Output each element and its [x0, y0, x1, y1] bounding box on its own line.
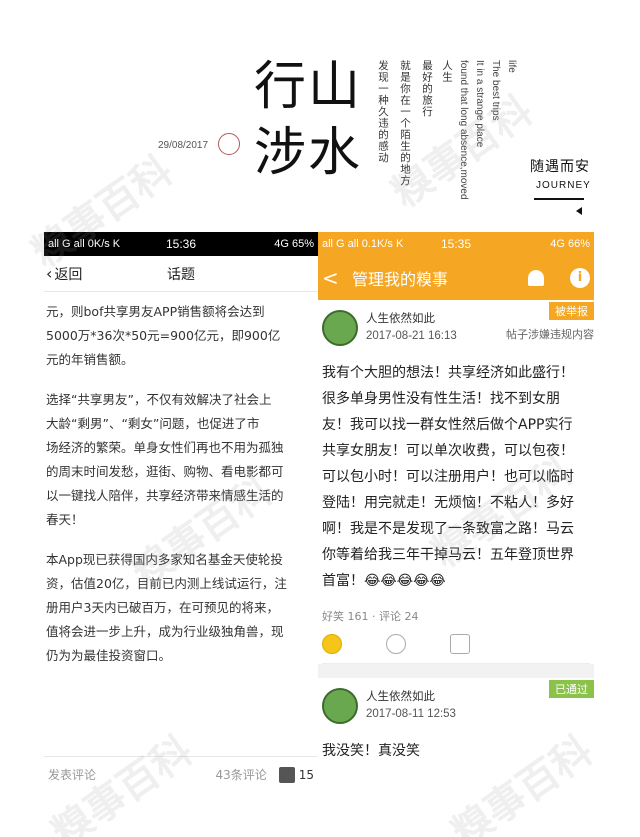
- bell-icon[interactable]: [528, 270, 544, 286]
- article-paragraph: 本App现已获得国内多家知名基金天使轮投 资，估值20亿，目前已内测上线试运行，…: [46, 552, 287, 663]
- back-label: 返回: [54, 266, 83, 283]
- right-phone-screenshot: all G all 0.1K/s K 15:35 4G 66% < 管理我的糗事…: [318, 232, 594, 792]
- back-button[interactable]: <: [322, 266, 352, 290]
- like-count: 15: [298, 767, 314, 782]
- post-stats: 好笑 161 · 评论 24: [322, 610, 419, 623]
- post-card: 人生依然如此 2017-08-11 12:53 已通过 我没笑！真没笑: [318, 678, 594, 764]
- funny-icon[interactable]: [322, 633, 342, 654]
- status-right: 4G 66%: [550, 238, 590, 250]
- avatar[interactable]: [322, 310, 358, 346]
- status-badge: 已通过: [549, 680, 594, 698]
- comment-input[interactable]: 发表评论: [48, 766, 215, 783]
- post-card: 人生依然如此 2017-08-21 16:13 被举报 帖子涉嫌违规内容 我有个…: [318, 300, 594, 664]
- left-phone-screenshot: all G all 0K/s K 15:36 4G 65% ‹ 返回 话题 元，…: [44, 232, 318, 792]
- post-time: 2017-08-11 12:53: [366, 708, 456, 720]
- post-header: 人生依然如此 2017-08-11 12:53 已通过: [322, 678, 594, 730]
- article-paragraph: 选择“共享男友”，不仅有效解决了社会上 大龄“剩男”、“剩女”问题，也促进了市 …: [46, 392, 284, 527]
- status-left: all G all 0.1K/s K: [322, 238, 404, 250]
- heart-icon: [218, 133, 240, 155]
- journey-line: [534, 198, 584, 200]
- status-badge: 被举报: [549, 302, 594, 320]
- comment-icon[interactable]: [450, 633, 470, 654]
- avatar[interactable]: [322, 688, 358, 724]
- vertical-en-1: life: [506, 60, 517, 73]
- status-right: 4G 65%: [274, 238, 315, 250]
- article-paragraph: 元，则bof共享男友APP销售额将会达到 5000万*36次*50元=900亿元…: [46, 304, 281, 367]
- not-funny-icon[interactable]: [386, 633, 406, 654]
- divider: [318, 664, 594, 678]
- vertical-line-4: 发现一种久违的感动: [377, 60, 389, 164]
- thumbs-up-icon[interactable]: [278, 766, 295, 783]
- status-bar: all G all 0K/s K 15:36 4G 65%: [44, 232, 318, 256]
- page-title: 话题: [167, 266, 195, 283]
- vertical-line-1: 人生: [441, 60, 453, 83]
- vertical-en-2: The best trips: [490, 60, 501, 121]
- title-col-2: 山 水: [308, 57, 361, 183]
- post-text: 我有个大胆的想法！共享经济如此盛行！ 很多单身男性没有性生活！找不到女朋 友！我…: [322, 365, 574, 589]
- violation-tag: 帖子涉嫌违规内容: [506, 328, 594, 341]
- nav-bar: < 管理我的糗事 i: [318, 256, 594, 300]
- post-body: 我没笑！真没笑: [322, 738, 590, 764]
- status-time: 15:36: [165, 237, 197, 251]
- post-body: 我有个大胆的想法！共享经济如此盛行！ 很多单身男性没有性生活！找不到女朋 友！我…: [322, 360, 590, 594]
- info-icon[interactable]: i: [570, 268, 590, 288]
- post-text: 我没笑！真没笑: [322, 743, 420, 759]
- nav-bar: ‹ 返回 话题: [44, 256, 318, 292]
- status-bar: all G all 0.1K/s K 15:35 4G 66%: [318, 232, 594, 256]
- post-actions: [322, 624, 590, 664]
- title-col-1: 行 涉: [254, 57, 307, 183]
- comment-count[interactable]: 43条评论: [215, 766, 266, 783]
- vertical-line-2: 最好的旅行: [421, 60, 433, 118]
- vertical-en-3: It in a strange place: [474, 60, 485, 148]
- back-button[interactable]: ‹ 返回: [44, 264, 82, 284]
- chevron-left-icon: ‹: [46, 264, 53, 283]
- triangle-icon: [576, 207, 582, 215]
- article-body: 元，则bof共享男友APP销售额将会达到 5000万*36次*50元=900亿元…: [44, 292, 316, 668]
- status-time: 15:35: [440, 237, 471, 251]
- date-label: 29/08/2017: [158, 140, 209, 151]
- post-header: 人生依然如此 2017-08-21 16:13 被举报 帖子涉嫌违规内容: [322, 300, 594, 352]
- status-left: all G all 0K/s K: [48, 238, 121, 250]
- comment-bar: 发表评论 43条评论 15: [44, 756, 318, 792]
- journey-label: JOURNEY: [536, 180, 591, 191]
- slogan: 随遇而安: [530, 159, 590, 175]
- vertical-en-4: found that long absence,moved: [458, 60, 469, 200]
- vertical-line-3: 就是你在一个陌生的地方: [399, 60, 411, 187]
- page-title: 管理我的糗事: [352, 270, 449, 289]
